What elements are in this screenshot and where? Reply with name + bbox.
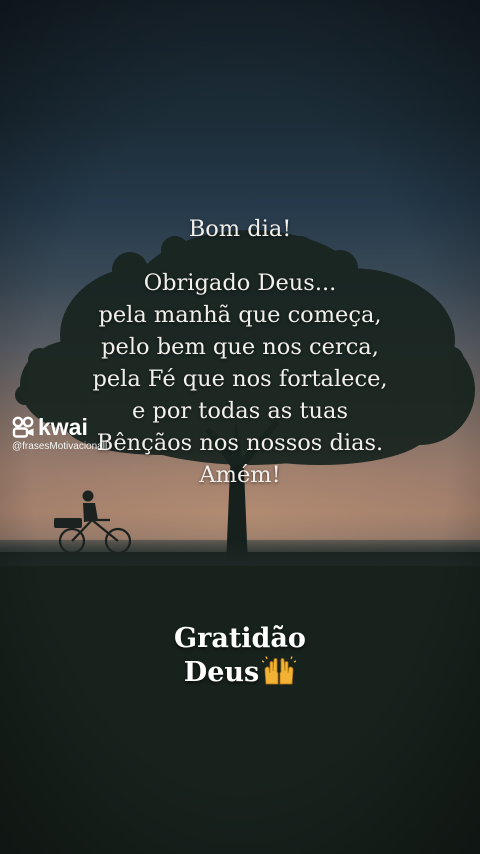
quote-line: Obrigado Deus... (143, 270, 337, 296)
kwai-watermark: kwai @frasesMotivacionall (12, 414, 122, 453)
caption-line-2: Deus (0, 656, 480, 690)
quote-greeting: Bom dia! (188, 216, 292, 242)
quote-line: pela manhã que começa, (98, 302, 382, 328)
kwai-brand-row: kwai (12, 414, 122, 440)
raising-hands-emoji (262, 656, 297, 685)
photo-background: Bom dia! Obrigado Deus... pela manhã que… (0, 0, 480, 854)
quote-spacer (0, 245, 480, 267)
gratitude-caption: Gratidão Deus (0, 622, 480, 690)
quote-line: pela Fé que nos fortalece, (92, 366, 388, 392)
kwai-user-handle: @frasesMotivacionall (12, 441, 108, 452)
quote-line: pelo bem que nos cerca, (101, 334, 379, 360)
caption-line-1: Gratidão (174, 623, 306, 654)
kwai-brand-name: kwai (38, 414, 88, 440)
caption-word: Deus (183, 657, 260, 688)
kwai-logo-icon (12, 416, 34, 438)
quote-line: Amém! (199, 462, 281, 488)
